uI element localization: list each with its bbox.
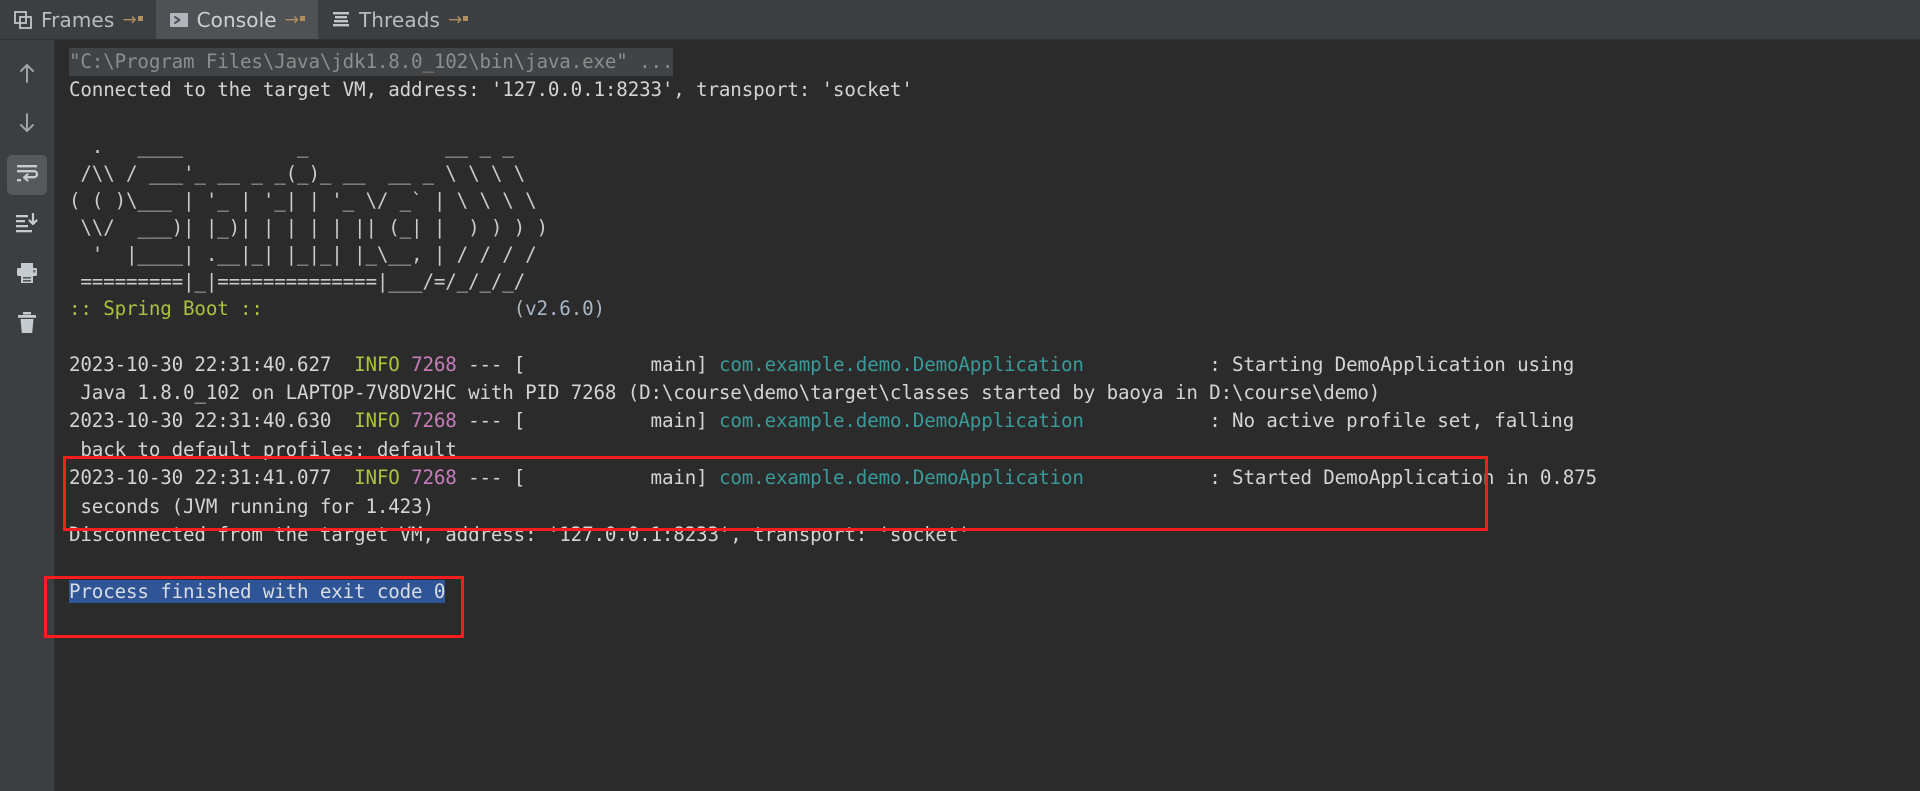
log-pid: 7268: [411, 409, 457, 433]
log-logger: com.example.demo.DemoApplication: [718, 409, 1084, 433]
log-row: 2023-10-30 22:31:40.627 INFO 7268 --- [ …: [69, 352, 1575, 376]
log-separator: ---: [468, 352, 503, 376]
log-timestamp: 2023-10-30 22:31:40.627: [69, 352, 332, 376]
spring-boot-label: :: Spring Boot ::: [69, 297, 263, 321]
console-exit-line-row: Process finished with exit code 0: [55, 578, 1920, 606]
spring-banner-line-4: \\/ ___)| |_)| | | | | || (_| | ) ) ) ): [69, 216, 548, 240]
spring-banner-line-3: ( ( )\___ | '_ | '_| | '_ \/ _` | \ \ \ …: [69, 189, 537, 213]
log-level: INFO: [354, 352, 400, 376]
log-pid: 7268: [411, 466, 457, 490]
console-command-line: "C:\Program Files\Java\jdk1.8.0_102\bin\…: [69, 48, 673, 77]
log-thread: main: [650, 409, 697, 433]
log-row-continuation: Java 1.8.0_102 on LAPTOP-7V8DV2HC with P…: [69, 381, 1381, 405]
spring-banner-line-5: ' |____| .__|_| |_|_| |_\__, | / / / /: [69, 243, 537, 267]
console-blank-1: [55, 105, 1920, 133]
console-command-line-row: "C:\Program Files\Java\jdk1.8.0_102\bin\…: [55, 48, 1920, 77]
log-row-continuation: seconds (JVM running for 1.423): [69, 494, 434, 518]
arrow-up-icon: [14, 60, 40, 90]
trash-icon: [14, 310, 40, 340]
spring-banner-line-1: . ____ _ __ _ _: [69, 135, 514, 159]
arrow-down-icon: [14, 110, 40, 140]
spring-boot-version: (v2.6.0): [513, 297, 605, 321]
console-connected-line: Connected to the target VM, address: '12…: [69, 78, 913, 102]
threads-icon: [330, 9, 352, 31]
scroll-to-the-end-button[interactable]: [7, 205, 47, 245]
print-button[interactable]: [7, 255, 47, 295]
console-icon: [168, 9, 190, 31]
console-blank-3: [55, 549, 1920, 577]
log-row: 2023-10-30 22:31:40.630 INFO 7268 --- [ …: [69, 409, 1575, 433]
spring-boot-footer-gap: [263, 297, 514, 320]
console-text: "C:\Program Files\Java\jdk1.8.0_102\bin\…: [55, 40, 1920, 606]
console-exit-line: Process finished with exit code 0: [69, 579, 446, 603]
log-pid: 7268: [411, 352, 457, 376]
console-blank-2: [55, 322, 1920, 350]
log-thread: main: [650, 352, 697, 376]
tab-console[interactable]: Console →: [155, 0, 318, 39]
log-level: INFO: [354, 409, 400, 433]
log-timestamp: 2023-10-30 22:31:40.630: [69, 409, 332, 433]
console-toolbar: [0, 40, 55, 791]
log-level: INFO: [354, 466, 400, 490]
debugger-tab-bar: Frames → Console → Threads →: [0, 0, 1920, 40]
tab-console-label: Console: [196, 7, 277, 32]
up-the-stack-trace-button[interactable]: [7, 55, 47, 95]
tab-threads-detach-icon[interactable]: →: [448, 12, 469, 29]
tab-threads-label: Threads: [358, 7, 441, 32]
log-timestamp: 2023-10-30 22:31:41.077: [69, 466, 332, 490]
run-tool-window: Frames → Console → Threads → "C:\Program…: [0, 0, 1920, 791]
tab-threads[interactable]: Threads →: [318, 0, 481, 39]
clear-all-button[interactable]: [7, 305, 47, 345]
tab-frames-label: Frames: [41, 7, 115, 32]
tab-frames[interactable]: Frames →: [0, 0, 156, 39]
log-logger: com.example.demo.DemoApplication: [718, 352, 1084, 376]
console-disconnected-line: Disconnected from the target VM, address…: [69, 523, 970, 547]
scroll-to-end-icon: [14, 210, 40, 240]
soft-wrap-icon: [14, 160, 40, 190]
tab-console-detach-icon[interactable]: →: [285, 12, 305, 29]
soft-wrap-button[interactable]: [7, 155, 47, 195]
log-logger: com.example.demo.DemoApplication: [718, 466, 1084, 490]
spring-banner-line-2: /\\ / ___'_ __ _ _(_)_ __ __ _ \ \ \ \: [69, 162, 526, 186]
log-row: 2023-10-30 22:31:41.077 INFO 7268 --- [ …: [69, 466, 1597, 490]
log-thread: main: [650, 466, 697, 490]
down-the-stack-trace-button[interactable]: [7, 105, 47, 145]
spring-banner-footer: :: Spring Boot :: (v2.6.0): [55, 295, 1920, 322]
log-row-continuation: back to default profiles: default: [69, 437, 457, 461]
frames-icon: [12, 9, 34, 31]
log-separator: ---: [468, 466, 503, 490]
log-message: : Starting DemoApplication using: [1209, 352, 1575, 376]
spring-banner-line-6: =========|_|==============|___/=/_/_/_/: [69, 270, 526, 294]
console-output-panel[interactable]: "C:\Program Files\Java\jdk1.8.0_102\bin\…: [55, 40, 1920, 791]
log-message: : No active profile set, falling: [1209, 409, 1575, 433]
print-icon: [14, 260, 40, 290]
tab-frames-detach-icon[interactable]: →: [122, 12, 143, 29]
log-separator: ---: [468, 409, 503, 433]
log-message: : Started DemoApplication in 0.875: [1209, 466, 1597, 490]
